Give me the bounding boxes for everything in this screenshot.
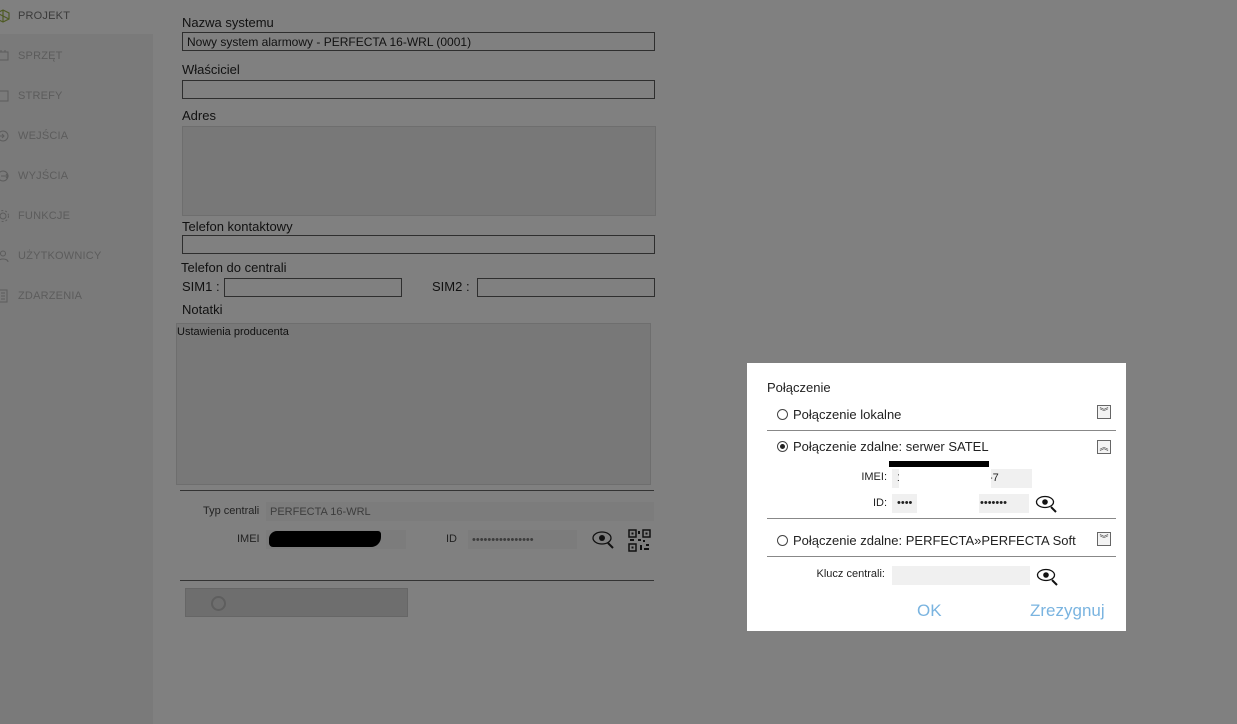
show-password-icon[interactable] (1035, 493, 1059, 513)
sidebar-item-label: PROJEKT (18, 10, 71, 22)
notes-field[interactable]: Ustawienia producenta (176, 323, 651, 485)
id-value-start: •••• (897, 497, 913, 509)
sidebar-item-zdarzenia[interactable]: ZDARZENIA (0, 278, 153, 314)
system-name-label: Nazwa systemu (182, 15, 274, 30)
option-label: Połączenie zdalne: PERFECTA»PERFECTA Sof… (793, 533, 1076, 548)
ok-button[interactable]: OK (917, 601, 942, 621)
qr-code-icon[interactable] (628, 529, 651, 552)
divider (180, 490, 654, 491)
panel-phone-label: Telefon do centrali (181, 260, 287, 275)
id-label: ID (446, 533, 457, 545)
refresh-icon (211, 596, 226, 611)
dialog-title: Połączenie (767, 380, 831, 395)
radio-button[interactable] (777, 535, 788, 546)
sidebar-item-label: STREFY (18, 90, 63, 102)
redaction-bar (917, 493, 979, 513)
inputs-icon (0, 130, 9, 142)
notes-label: Notatki (182, 302, 223, 317)
sidebar-item-label: WEJŚCIA (18, 130, 69, 142)
option-remote-satel-server[interactable]: Połączenie zdalne: serwer SATEL (777, 439, 989, 454)
sidebar-item-label: SPRZĘT (18, 50, 63, 62)
redaction-bar (269, 531, 381, 547)
system-name-field[interactable]: Nowy system alarmowy - PERFECTA 16-WRL (… (182, 32, 655, 51)
address-label: Adres (182, 108, 216, 123)
option-local-connection[interactable]: Połączenie lokalne (777, 407, 901, 422)
hardware-icon (0, 50, 9, 61)
sidebar-item-label: ZDARZENIA (18, 290, 83, 302)
cube-icon (0, 9, 10, 23)
sidebar-item-strefy[interactable]: STREFY (0, 78, 153, 114)
owner-field[interactable] (182, 80, 655, 99)
gear-icon (0, 210, 9, 222)
user-icon (0, 250, 9, 263)
sim2-label: SIM2 : (432, 279, 470, 294)
sidebar-item-label: UŻYTKOWNICY (18, 250, 102, 262)
sidebar-item-uzytkownicy[interactable]: UŻYTKOWNICY (0, 238, 153, 274)
sim2-field[interactable] (477, 278, 655, 297)
id-value-end: ••••••• (980, 497, 1007, 509)
collapse-chevron-icon[interactable]: ︽ (1097, 440, 1111, 454)
option-remote-perfecta-soft[interactable]: Połączenie zdalne: PERFECTA»PERFECTA Sof… (777, 533, 1076, 548)
show-password-icon[interactable] (591, 528, 615, 550)
id-field: •••••••••••••••• (468, 530, 577, 549)
cancel-button[interactable]: Zrezygnuj (1030, 601, 1105, 621)
separator (767, 430, 1116, 431)
dialog-id-label: ID: (872, 497, 887, 509)
divider (180, 580, 654, 581)
sidebar-item-funkcje[interactable]: FUNKCJE (0, 198, 153, 234)
sidebar-item-projekt[interactable]: PROJEKT (0, 0, 153, 34)
sim1-label: SIM1 : (182, 279, 220, 294)
contact-phone-label: Telefon kontaktowy (182, 219, 293, 234)
outputs-icon (0, 170, 9, 182)
sim1-field[interactable] (224, 278, 402, 297)
panel-key-label: Klucz centrali: (816, 568, 885, 580)
show-password-icon[interactable] (1036, 566, 1060, 586)
radio-button[interactable] (777, 409, 788, 420)
notes-text: Ustawienia producenta (177, 326, 289, 338)
events-icon (0, 289, 8, 303)
sidebar-item-label: FUNKCJE (18, 210, 71, 222)
expand-chevron-icon[interactable]: ︾ (1097, 405, 1111, 419)
option-label: Połączenie lokalne (793, 407, 902, 422)
panel-type-label: Typ centrali (203, 505, 260, 517)
zones-icon (0, 90, 9, 102)
sidebar-item-sprzet[interactable]: SPRZĘT (0, 38, 153, 74)
imei-label: IMEI (237, 533, 260, 545)
sidebar-item-wyjscia[interactable]: WYJŚCIA (0, 158, 153, 194)
redaction-bar (899, 467, 991, 489)
address-field[interactable] (182, 126, 656, 216)
panel-type-field: PERFECTA 16-WRL (266, 502, 654, 521)
radio-button[interactable] (777, 441, 788, 452)
sidebar: PROJEKT SPRZĘT STREFY WEJŚCIA WYJŚCIA FU… (0, 0, 153, 724)
connection-dialog: Połączenie Połączenie lokalne ︾ Połączen… (747, 363, 1126, 631)
dialog-imei-label: IMEI: (861, 471, 887, 483)
contact-phone-field[interactable] (182, 235, 655, 254)
expand-chevron-icon[interactable]: ︾ (1097, 532, 1111, 546)
sidebar-item-wejscia[interactable]: WEJŚCIA (0, 118, 153, 154)
option-label: Połączenie zdalne: serwer SATEL (793, 439, 989, 454)
sidebar-item-label: WYJŚCIA (18, 170, 69, 182)
disabled-action-button[interactable] (185, 588, 408, 617)
separator (767, 518, 1116, 519)
owner-label: Właściciel (182, 62, 240, 77)
separator (767, 556, 1116, 557)
panel-key-field[interactable] (892, 566, 1030, 585)
